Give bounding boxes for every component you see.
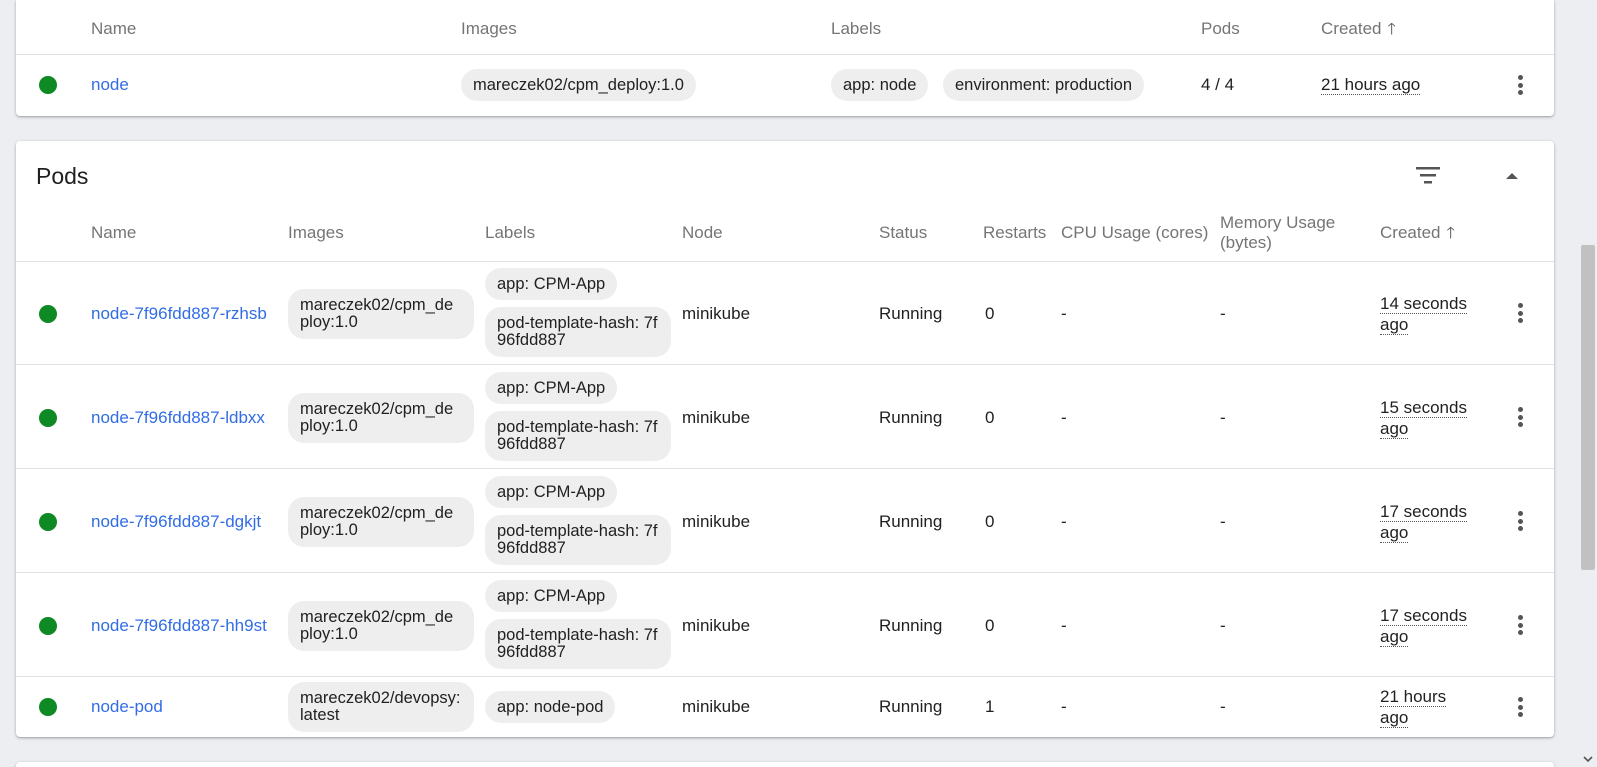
more-vert-icon[interactable]: [1510, 693, 1530, 721]
status-running-icon: [39, 513, 57, 531]
label-chip: app: node: [831, 69, 929, 101]
memory-cell: -: [1220, 304, 1226, 323]
scroll-down-icon[interactable]: [1582, 753, 1594, 765]
more-vert-icon[interactable]: [1510, 71, 1530, 99]
restarts-cell: 0: [985, 304, 995, 323]
more-vert-icon[interactable]: [1510, 403, 1530, 431]
sort-arrow-up-icon: 🡑: [1446, 225, 1455, 242]
image-chip: mareczek02/devopsy:latest: [288, 682, 474, 732]
image-chip: mareczek02/cpm_deploy:1.0: [288, 497, 474, 547]
restarts-cell: 1: [985, 697, 995, 716]
status-running-icon: [39, 305, 57, 323]
label-chip: pod-template-hash: 7f96fdd887: [485, 515, 671, 565]
created-age: 14 seconds ago: [1380, 294, 1467, 335]
pod-name-link[interactable]: node-pod: [91, 697, 163, 717]
header-status[interactable]: Status: [879, 223, 927, 243]
cpu-cell: -: [1061, 616, 1067, 635]
memory-cell: -: [1220, 512, 1226, 531]
image-chip: mareczek02/cpm_deploy:1.0: [288, 601, 474, 651]
created-age: 21 hours ago: [1380, 687, 1447, 728]
more-vert-icon[interactable]: [1510, 507, 1530, 535]
pod-name-link[interactable]: node-7f96fdd887-rzhsb: [91, 304, 267, 324]
status-cell: Running: [879, 408, 943, 427]
header-restarts[interactable]: Restarts: [983, 223, 1046, 243]
label-chip: pod-template-hash: 7f96fdd887: [485, 307, 671, 357]
image-chip: mareczek02/cpm_deploy:1.0: [288, 289, 474, 339]
node-cell: minikube: [682, 408, 751, 427]
header-created[interactable]: Created 🡑: [1321, 19, 1396, 40]
status-cell: Running: [879, 304, 943, 323]
created-age: 21 hours ago: [1321, 75, 1421, 95]
restarts-cell: 0: [985, 616, 995, 635]
header-labels: Labels: [831, 19, 882, 38]
cpu-cell: -: [1061, 304, 1067, 323]
sort-arrow-up-icon: 🡑: [1387, 21, 1396, 38]
status-cell: Running: [879, 512, 943, 531]
header-name[interactable]: Name: [91, 19, 136, 39]
header-images: Images: [288, 223, 344, 242]
cpu-cell: -: [1061, 512, 1067, 531]
status-cell: Running: [879, 697, 943, 716]
cpu-cell: -: [1061, 408, 1067, 427]
pod-name-link[interactable]: node-7f96fdd887-hh9st: [91, 616, 267, 636]
more-vert-icon[interactable]: [1510, 299, 1530, 327]
deployment-name-link[interactable]: node: [91, 75, 129, 95]
image-chip: mareczek02/cpm_deploy:1.0: [461, 69, 696, 101]
status-cell: Running: [879, 616, 943, 635]
node-cell: minikube: [682, 697, 751, 716]
header-name[interactable]: Name: [91, 223, 136, 243]
status-running-icon: [39, 409, 57, 427]
node-cell: minikube: [682, 304, 751, 323]
pods-card: Pods Name Images Labels Node Status Rest…: [16, 141, 1554, 737]
node-cell: minikube: [682, 616, 751, 635]
cpu-cell: -: [1061, 697, 1067, 716]
scrollbar[interactable]: [1579, 0, 1597, 767]
created-age: 17 seconds ago: [1380, 502, 1467, 543]
pod-name-link[interactable]: node-7f96fdd887-dgkjt: [91, 512, 261, 532]
restarts-cell: 0: [985, 512, 995, 531]
header-images: Images: [461, 19, 517, 38]
memory-cell: -: [1220, 697, 1226, 716]
header-labels: Labels: [485, 223, 536, 242]
node-cell: minikube: [682, 512, 751, 531]
more-vert-icon[interactable]: [1510, 611, 1530, 639]
status-running-icon: [39, 76, 57, 94]
status-running-icon: [39, 698, 57, 716]
created-age: 15 seconds ago: [1380, 398, 1467, 439]
label-chip: app: CPM-App: [485, 580, 618, 612]
label-chip: app: CPM-App: [485, 372, 618, 404]
header-pods: Pods: [1201, 19, 1240, 38]
label-chip: pod-template-hash: 7f96fdd887: [485, 411, 671, 461]
deployments-card: Name Images Labels Pods Created 🡑 node ma…: [16, 0, 1554, 116]
restarts-cell: 0: [985, 408, 995, 427]
label-chip: pod-template-hash: 7f96fdd887: [485, 619, 671, 669]
image-chip: mareczek02/cpm_deploy:1.0: [288, 393, 474, 443]
label-chip: app: node-pod: [485, 691, 616, 723]
pods-count: 4 / 4: [1201, 75, 1235, 94]
header-cpu: CPU Usage (cores): [1061, 223, 1209, 242]
label-chip: app: CPM-App: [485, 476, 618, 508]
status-running-icon: [39, 617, 57, 635]
scrollbar-thumb[interactable]: [1581, 245, 1595, 570]
memory-cell: -: [1220, 408, 1226, 427]
header-memory: Memory Usage (bytes): [1220, 213, 1336, 252]
label-chip: environment: production: [943, 69, 1145, 101]
created-age: 17 seconds ago: [1380, 606, 1467, 647]
header-node[interactable]: Node: [682, 223, 723, 243]
filter-icon[interactable]: [1414, 163, 1442, 187]
pods-title: Pods: [36, 163, 89, 189]
header-created[interactable]: Created 🡑: [1380, 223, 1455, 244]
label-chip: app: CPM-App: [485, 268, 618, 300]
memory-cell: -: [1220, 616, 1226, 635]
pod-name-link[interactable]: node-7f96fdd887-ldbxx: [91, 408, 265, 428]
next-card: [16, 762, 1554, 767]
collapse-icon[interactable]: [1500, 166, 1524, 186]
